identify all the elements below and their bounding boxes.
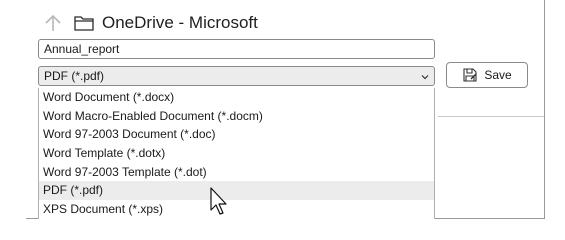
option-dot[interactable]: Word 97-2003 Template (*.dot) (39, 163, 434, 182)
option-xps[interactable]: XPS Document (*.xps) (39, 200, 434, 219)
folder-icon (74, 13, 94, 33)
save-button[interactable]: Save (446, 62, 528, 88)
chevron-down-icon (420, 71, 430, 81)
location-bar: OneDrive - Microsoft (42, 10, 258, 36)
save-icon (462, 67, 478, 83)
filetype-select[interactable]: PDF (*.pdf) (38, 66, 435, 86)
mouse-pointer-icon (209, 186, 229, 216)
save-button-label: Save (484, 68, 512, 82)
option-docx[interactable]: Word Document (*.docx) (39, 88, 434, 107)
option-docm[interactable]: Word Macro-Enabled Document (*.docm) (39, 107, 434, 126)
location-path[interactable]: OneDrive - Microsoft (102, 13, 258, 33)
filename-input[interactable]: Annual_report (38, 39, 435, 59)
up-arrow-icon[interactable] (42, 12, 64, 34)
filetype-selected: PDF (*.pdf) (44, 69, 105, 83)
option-pdf[interactable]: PDF (*.pdf) (39, 181, 434, 201)
option-dotx[interactable]: Word Template (*.dotx) (39, 144, 434, 163)
save-panel: OneDrive - Microsoft Annual_report PDF (… (26, 0, 545, 219)
divider (438, 116, 544, 117)
filetype-dropdown-list: Word Document (*.docx) Word Macro-Enable… (38, 88, 435, 219)
option-doc[interactable]: Word 97-2003 Document (*.doc) (39, 125, 434, 144)
